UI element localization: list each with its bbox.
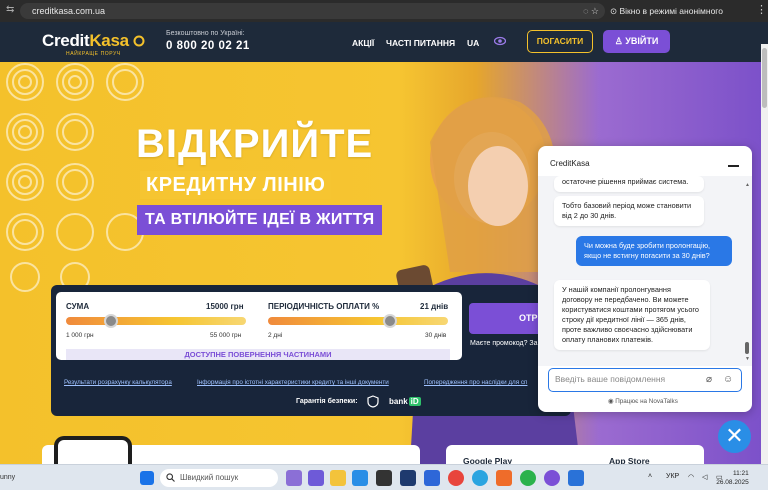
login-label: УВІЙТИ	[625, 36, 659, 46]
period-min: 2 дні	[268, 332, 283, 339]
chat-message-input[interactable]: Введіть ваше повідомлення	[548, 368, 742, 392]
start-icon[interactable]	[140, 471, 154, 485]
logo-credit: Credit	[42, 31, 90, 50]
logo-kasa: Kasa	[89, 31, 129, 50]
firefox-icon[interactable]	[496, 470, 512, 486]
nav-promotions[interactable]: АКЦІЇ	[352, 38, 374, 48]
chat-scrollbar-thumb[interactable]	[745, 342, 749, 354]
address-bar[interactable]: creditkasa.com.ua ◌ ☆	[20, 3, 605, 19]
app-store-link[interactable]: App Store	[609, 456, 650, 464]
address-text: creditkasa.com.ua	[32, 6, 106, 16]
system-clock[interactable]: 11:21 26.08.2025	[716, 469, 749, 487]
accessibility-eye-icon[interactable]	[494, 36, 506, 46]
site-info-icon[interactable]: ⇆	[6, 4, 14, 15]
promo-code-link[interactable]: Маєте промокод? За	[470, 340, 538, 347]
site-header: CreditKasa НАЙКРАЩЕ ПОРУЧ Безкоштовно по…	[0, 22, 768, 62]
weather-widget[interactable]: unny	[0, 474, 15, 481]
browser-toolbar: ⇆ creditkasa.com.ua ◌ ☆ ⊙ Вікно в режимі…	[0, 0, 768, 32]
powered-by: ◉ Працює на NovaTalks	[608, 398, 678, 405]
sum-value: 15000 грн	[206, 302, 244, 311]
chat-messages: остаточне рішення приймає система. Тобто…	[538, 176, 752, 366]
shield-icon	[367, 395, 379, 408]
attachment-icon[interactable]: ⌀	[706, 374, 712, 385]
torrent-icon[interactable]	[520, 470, 536, 486]
volume-icon[interactable]: ◁	[702, 473, 707, 481]
emoji-icon[interactable]: ☺	[723, 374, 733, 385]
clock-date: 26.08.2025	[716, 479, 749, 486]
period-slider-track[interactable]	[268, 317, 448, 325]
taskbar-search[interactable]: Швидкий пошук	[160, 469, 278, 487]
l-app-icon[interactable]	[400, 470, 416, 486]
bankid-id: iD	[408, 397, 421, 406]
chat-message-user: Чи можна буде зробити пролонгацію, якщо …	[576, 236, 732, 266]
minimize-icon[interactable]	[728, 165, 739, 167]
guarantee-label: Гарантія безпеки:	[296, 398, 358, 405]
nav-faq[interactable]: ЧАСТІ ПИТАННЯ	[386, 38, 455, 48]
consequences-link[interactable]: Попередження про наслідки для сп	[424, 379, 527, 386]
period-label: ПЕРІОДИЧНІСТЬ ОПЛАТИ %	[268, 302, 380, 311]
chrome-icon[interactable]	[448, 470, 464, 486]
sum-label: СУМА	[66, 302, 90, 311]
sum-slider-track[interactable]	[66, 317, 246, 325]
chat-message: У нашій компанії пролонгування договору …	[554, 280, 710, 350]
hero-title-line3: ТА ВТІЛЮЙТЕ ІДЕЇ В ЖИТТЯ	[137, 205, 383, 235]
powered-by-label: Працює на NovaTalks	[615, 398, 678, 405]
chat-close-button[interactable]: ✕	[718, 420, 751, 453]
tray-chevron-icon[interactable]: ˄	[648, 473, 652, 480]
windows-taskbar: unny Швидкий пошук ˄ УКР ◠ ◁ ▭ 11:21 26.…	[0, 464, 768, 490]
logo-mark-icon	[133, 35, 145, 47]
period-value: 21 днів	[420, 302, 449, 311]
wifi-icon[interactable]: ◠	[688, 473, 694, 481]
hotline-label: Безкоштовно по Україні:	[166, 30, 245, 37]
viber-icon[interactable]	[544, 470, 560, 486]
page-scrollbar[interactable]	[761, 44, 768, 464]
chat-widget: CreditKasa остаточне рішення приймає сис…	[538, 146, 752, 412]
hero-title-line2: КРЕДИТНУ ЛІНІЮ	[140, 171, 332, 199]
chat-message: Тобто базовий період може становити від …	[554, 196, 704, 226]
telegram-icon[interactable]	[472, 470, 488, 486]
search-icon	[166, 473, 175, 482]
partial-repayment-note: ДОСТУПНЕ ПОВЕРНЕННЯ ЧАСТИНАМИ	[66, 349, 450, 360]
hero-title-line1: ВІДКРИЙТЕ	[136, 122, 374, 166]
store-icon[interactable]	[376, 470, 392, 486]
dropbox-icon[interactable]	[424, 470, 440, 486]
page-scrollbar-thumb[interactable]	[762, 48, 767, 108]
language-indicator[interactable]: УКР	[666, 473, 679, 480]
bankid-text: bank	[389, 397, 408, 406]
logo-tagline: НАЙКРАЩЕ ПОРУЧ	[66, 51, 121, 57]
chat-title: CreditKasa	[550, 159, 590, 168]
sum-slider-thumb[interactable]	[104, 314, 118, 328]
incognito-indicator[interactable]: ⊙ Вікно в режимі анонімного перегляду	[610, 3, 750, 32]
user-icon: ♙	[614, 36, 626, 46]
sum-max: 55 000 грн	[210, 332, 242, 339]
creditkasa-logo[interactable]: CreditKasa	[42, 31, 145, 51]
credit-info-link[interactable]: Інформація про істотні характеристики кр…	[197, 379, 389, 386]
scroll-down-icon[interactable]: ▼	[745, 356, 750, 362]
file-explorer-icon[interactable]	[330, 470, 346, 486]
chat-message: остаточне рішення приймає система.	[554, 176, 704, 192]
task-view-icon[interactable]	[286, 470, 302, 486]
login-button[interactable]: ♙ УВІЙТИ	[603, 30, 670, 53]
scroll-up-icon[interactable]: ▲	[745, 182, 750, 188]
clock-time: 11:21	[733, 470, 749, 477]
phone-mockup	[54, 436, 132, 464]
zoom-icon[interactable]	[568, 470, 584, 486]
chat-scrollbar[interactable]: ▲ ▼	[745, 182, 750, 362]
bookmark-star-icon[interactable]: ◌ ☆	[583, 3, 599, 19]
repay-button[interactable]: ПОГАСИТИ	[527, 30, 593, 53]
browser-menu-icon[interactable]: ⋮	[756, 3, 767, 16]
nav-language[interactable]: UA	[467, 38, 479, 48]
copilot-icon[interactable]	[308, 470, 324, 486]
sum-min: 1 000 грн	[66, 332, 94, 339]
bankid-logo: bank iD	[389, 397, 421, 406]
google-play-link[interactable]: Google Play	[463, 456, 512, 464]
period-max: 30 днів	[425, 332, 447, 339]
edge-icon[interactable]	[352, 470, 368, 486]
calc-results-link[interactable]: Результати розрахунку калькулятора	[64, 379, 172, 386]
hotline-number[interactable]: 0 800 20 02 21	[166, 40, 250, 52]
